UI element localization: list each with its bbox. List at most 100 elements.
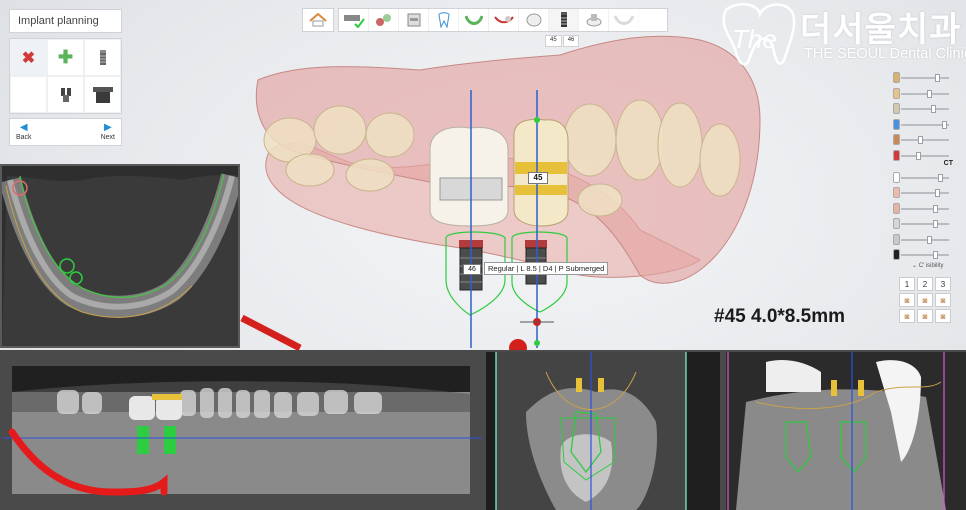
visibility-slider-9[interactable] [893, 201, 955, 217]
implant-tag-46: 46 [463, 264, 481, 275]
implant-planning-app: 45 46 Regular | L 8.5 | D4 | P Submerged… [0, 0, 966, 510]
implant-sub-tabs: 45 46 [545, 35, 580, 47]
slider-track[interactable] [901, 254, 949, 256]
visibility-toggle[interactable]: ⌄ C' isibility [912, 262, 944, 269]
view-top-button[interactable]: ◙ [935, 293, 951, 307]
visibility-slider-5[interactable] [893, 132, 955, 148]
cross-section-view-1[interactable] [486, 352, 720, 510]
view-front-button[interactable]: ◙ [899, 293, 915, 307]
layer-swatch-icon [893, 134, 900, 145]
next-button[interactable]: ▶ Next [101, 121, 115, 143]
add-plus-icon: ✚ [57, 47, 74, 67]
face-top-icon: ◙ [940, 295, 946, 305]
delete-implant-button[interactable]: ✖ [10, 39, 47, 76]
visibility-slider-12[interactable] [893, 247, 955, 263]
crown-button[interactable] [519, 9, 549, 31]
layer-swatch-icon [893, 202, 900, 214]
layout-button-2[interactable]: 2 [917, 277, 933, 291]
layer-swatch-icon [893, 171, 900, 183]
slider-track[interactable] [901, 207, 949, 210]
cross-section-view-2[interactable] [726, 352, 966, 510]
visibility-slider-4[interactable] [893, 117, 955, 133]
slider-track[interactable] [901, 223, 949, 225]
slider-track[interactable] [901, 154, 949, 157]
delete-x-icon: ✖ [21, 49, 36, 67]
slider-knob[interactable] [926, 89, 932, 98]
face-front-icon: ◙ [904, 295, 910, 305]
slider-knob[interactable] [937, 173, 943, 182]
visibility-slider-3[interactable] [893, 101, 955, 117]
slider-knob[interactable] [916, 151, 922, 160]
slider-track[interactable] [901, 238, 949, 241]
tooth-button[interactable] [429, 9, 459, 31]
model-check-button[interactable] [339, 9, 369, 31]
empty-tool-slot [10, 76, 47, 113]
layout-button-3[interactable]: 3 [935, 277, 951, 291]
visibility-slider-11[interactable] [893, 232, 955, 248]
guide-step-button[interactable] [609, 9, 639, 31]
face-side-icon: ◙ [922, 295, 928, 305]
nerve-icon [493, 16, 514, 24]
clinic-logo: The 더서울치과 THE SEOUL Dental Clinic [716, 0, 966, 70]
visibility-slider-2[interactable] [893, 86, 955, 102]
logo-korean-name: 더서울치과 [800, 10, 962, 50]
view-back-button[interactable]: ◙ [899, 309, 915, 323]
visibility-slider-7[interactable] [893, 170, 955, 186]
abutment-icon [60, 87, 71, 102]
panel-title: Implant planning [9, 9, 122, 33]
abutment-button[interactable] [47, 76, 84, 113]
panoramic-view[interactable] [2, 352, 482, 510]
nerve-button[interactable] [489, 9, 519, 31]
3d-model-view[interactable] [240, 30, 900, 350]
slider-knob[interactable] [933, 204, 939, 213]
view-left-button[interactable]: ◙ [917, 309, 933, 323]
implant-icon [560, 12, 567, 27]
slider-track[interactable] [901, 92, 949, 95]
visibility-slider-6[interactable]: CT [893, 148, 955, 170]
arrow-right-icon: ▶ [103, 122, 112, 133]
sleeve-icon [92, 86, 113, 103]
next-label: Next [100, 134, 115, 141]
scan-button[interactable] [399, 9, 429, 31]
ct-label: CT [943, 159, 953, 167]
implant-library-button[interactable] [84, 39, 121, 76]
slider-track[interactable] [901, 77, 949, 79]
sleeve-step-button[interactable] [579, 9, 609, 31]
slider-knob[interactable] [935, 74, 941, 82]
sub-tab-46[interactable]: 46 [562, 35, 580, 47]
view-right-button[interactable]: ◙ [935, 309, 951, 323]
visibility-slider-10[interactable] [893, 216, 955, 232]
layer-swatch-icon [893, 118, 900, 130]
slider-knob[interactable] [941, 120, 947, 129]
logo-tooth-mark: The [722, 2, 796, 66]
layout-button-1[interactable]: 1 [899, 277, 915, 291]
crown-46 [429, 126, 509, 227]
view-side-button[interactable]: ◙ [917, 293, 933, 307]
add-implant-button[interactable]: ✚ [47, 39, 84, 76]
slider-knob[interactable] [933, 220, 939, 228]
sub-tab-45[interactable]: 45 [545, 35, 562, 47]
slider-knob[interactable] [931, 105, 937, 113]
sleeve-button[interactable] [84, 76, 121, 113]
slider-track[interactable] [901, 108, 949, 110]
slider-track[interactable] [901, 192, 949, 194]
visibility-slider-1[interactable] [893, 70, 955, 86]
slider-knob[interactable] [918, 136, 924, 144]
tooth-extract-button[interactable] [369, 9, 399, 31]
visibility-label: C' isibility [918, 263, 944, 269]
axial-ct-view[interactable] [0, 164, 243, 348]
slider-knob[interactable] [926, 235, 932, 244]
workflow-toolbar [338, 8, 668, 32]
visibility-slider-8[interactable] [893, 185, 955, 201]
slider-knob[interactable] [935, 189, 941, 197]
slider-knob[interactable] [933, 251, 939, 259]
arch-icon [464, 15, 483, 25]
slider-track[interactable] [901, 139, 949, 141]
layer-swatch-icon [893, 187, 900, 198]
implant-icon [99, 49, 106, 65]
implant-step-button[interactable] [549, 9, 579, 31]
arch-button[interactable] [459, 9, 489, 31]
logo-english-name: THE SEOUL Dental Clinic [804, 46, 966, 62]
home-button[interactable] [302, 8, 334, 32]
back-button[interactable]: ◀ Back [16, 121, 32, 143]
